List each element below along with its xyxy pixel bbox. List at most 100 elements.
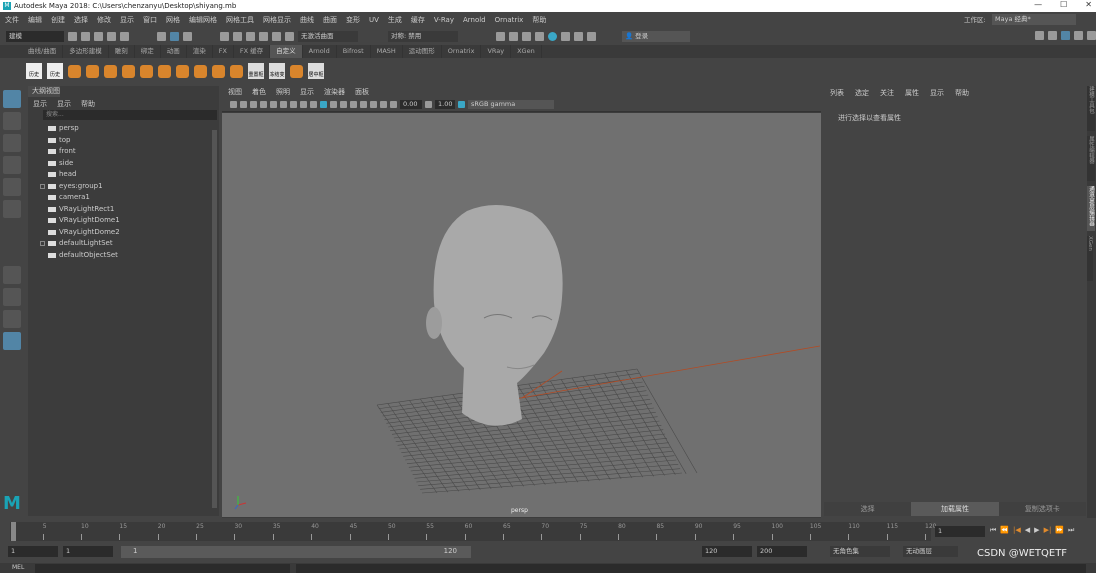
image-plane-icon[interactable]: [260, 101, 267, 108]
paint-select-tool-icon[interactable]: [3, 134, 21, 152]
poly-torus-icon[interactable]: [140, 64, 153, 78]
playback-start-field[interactable]: 1: [63, 546, 113, 557]
menu-item[interactable]: 生成: [388, 15, 402, 25]
outliner-tab[interactable]: 大纲视图: [28, 86, 60, 97]
persp-outliner-layout-icon[interactable]: [3, 310, 21, 328]
viewport-menu-item[interactable]: 视图: [228, 86, 242, 98]
step-back-frame-icon[interactable]: |◀: [1013, 526, 1021, 535]
textured-icon[interactable]: [330, 101, 337, 108]
poly-cone-icon[interactable]: [122, 64, 135, 78]
resolution-gate-icon[interactable]: [290, 101, 297, 108]
colorspace-dropdown[interactable]: sRGB gamma: [468, 100, 554, 109]
minimize-button[interactable]: —: [1034, 0, 1042, 9]
outliner-item[interactable]: defaultObjectSet: [28, 250, 219, 262]
vray-ipr-icon[interactable]: [574, 31, 583, 41]
menu-item[interactable]: 修改: [97, 15, 111, 25]
shelf-tab[interactable]: 曲线/曲面: [22, 45, 64, 58]
menu-item[interactable]: 文件: [5, 15, 19, 25]
color-management-icon[interactable]: [458, 101, 465, 108]
render-view-icon[interactable]: [496, 31, 505, 41]
outliner-item[interactable]: eyes:group1: [28, 181, 219, 193]
poly-split-icon[interactable]: [290, 64, 303, 78]
shelf-tab[interactable]: 雕刻: [109, 45, 135, 58]
exposure-field[interactable]: 0.00: [400, 100, 422, 109]
snap-surface-icon[interactable]: [272, 31, 281, 41]
outliner-item[interactable]: side: [28, 158, 219, 170]
grid-icon[interactable]: [270, 101, 277, 108]
menu-item[interactable]: 曲线: [300, 15, 314, 25]
menu-item[interactable]: 变形: [346, 15, 360, 25]
side-tab-channel-box[interactable]: 通道盒/层编辑器: [1087, 186, 1095, 231]
shelf-tab[interactable]: MASH: [371, 45, 403, 58]
save-scene-icon[interactable]: [94, 31, 103, 41]
move-tool-icon[interactable]: [3, 156, 21, 174]
render-icon[interactable]: [509, 31, 518, 41]
shelf-tab[interactable]: FX: [213, 45, 234, 58]
go-to-end-icon[interactable]: ⏭: [1068, 526, 1074, 535]
step-back-key-icon[interactable]: ⏪: [1000, 526, 1009, 535]
perspective-view[interactable]: persp: [222, 113, 821, 517]
outliner-item[interactable]: top: [28, 135, 219, 147]
side-tab-xgen[interactable]: XGen: [1087, 236, 1093, 281]
scene-end-field[interactable]: 200: [757, 546, 807, 557]
poly-pyramid-icon[interactable]: [176, 64, 189, 78]
go-to-start-icon[interactable]: ⏮: [990, 526, 996, 535]
vray-render-icon[interactable]: [561, 31, 570, 41]
menu-item[interactable]: 创建: [51, 15, 65, 25]
expand-icon[interactable]: [40, 241, 45, 247]
menu-item[interactable]: 网格: [166, 15, 180, 25]
current-frame-field[interactable]: 1: [935, 526, 985, 537]
mel-label[interactable]: MEL: [12, 564, 24, 571]
outliner-menu-show[interactable]: 显示: [57, 99, 71, 108]
poly-pipe-icon[interactable]: [194, 64, 207, 78]
menu-item[interactable]: 缓存: [411, 15, 425, 25]
outliner-item[interactable]: persp: [28, 123, 219, 135]
select-component-icon[interactable]: [183, 31, 192, 41]
modeling-toolkit-icon[interactable]: [1048, 31, 1057, 40]
menu-item[interactable]: 网格显示: [263, 15, 291, 25]
menu-item[interactable]: Arnold: [463, 16, 486, 24]
attr-menu-item[interactable]: 列表: [830, 88, 844, 98]
poly-sphere-icon[interactable]: [68, 64, 81, 78]
menu-item[interactable]: 编辑: [28, 15, 42, 25]
gamma-field[interactable]: 1.00: [435, 100, 455, 109]
shelf-tab[interactable]: Bifrost: [337, 45, 371, 58]
outliner-scrollbar[interactable]: [212, 130, 217, 508]
poly-cube-icon[interactable]: [86, 64, 99, 78]
select-camera-icon[interactable]: [230, 101, 237, 108]
shelf-tab[interactable]: XGen: [511, 45, 542, 58]
outliner-item[interactable]: VRayLightRect1: [28, 204, 219, 216]
side-tab-modeling-toolkit[interactable]: 建模工具包: [1087, 86, 1095, 131]
shelf-tab[interactable]: Ornatrix: [442, 45, 482, 58]
scene-start-field[interactable]: 1: [8, 546, 58, 557]
render-settings-icon[interactable]: [535, 31, 544, 41]
menu-item[interactable]: 帮助: [532, 15, 546, 25]
attr-menu-item[interactable]: 显示: [930, 88, 944, 98]
symmetry-dropdown[interactable]: 对称: 禁用: [388, 30, 458, 42]
tool-settings-icon[interactable]: [1074, 31, 1083, 40]
film-gate-icon[interactable]: [280, 101, 287, 108]
attr-menu-item[interactable]: 属性: [905, 88, 919, 98]
center-pivot-reset-button[interactable]: 重置枢: [248, 63, 264, 79]
maximize-button[interactable]: ☐: [1060, 0, 1067, 9]
outliner-item[interactable]: front: [28, 146, 219, 158]
shelf-tab[interactable]: Arnold: [303, 45, 337, 58]
snap-point-icon[interactable]: [246, 31, 255, 41]
step-forward-key-icon[interactable]: ⏩: [1055, 526, 1064, 535]
snap-view-icon[interactable]: [259, 31, 268, 41]
time-slider[interactable]: 1510152025303540455055606570758085909510…: [0, 520, 1096, 543]
xray-icon[interactable]: [380, 101, 387, 108]
poly-extrude-icon[interactable]: [230, 64, 243, 78]
viewport-menu-item[interactable]: 照明: [276, 86, 290, 98]
menu-item[interactable]: 网格工具: [226, 15, 254, 25]
isolate-select-icon[interactable]: [370, 101, 377, 108]
viewport-menu-item[interactable]: 渲染器: [324, 86, 345, 98]
load-attributes-button[interactable]: 加载属性: [911, 502, 999, 516]
live-surface-field[interactable]: 无激活曲面: [298, 30, 358, 42]
lasso-tool-icon[interactable]: [3, 112, 21, 130]
step-forward-frame-icon[interactable]: ▶|: [1044, 526, 1052, 535]
select-button[interactable]: 选择: [824, 502, 912, 516]
hypershade-icon[interactable]: [548, 31, 557, 41]
command-input[interactable]: [35, 564, 290, 573]
redo-icon[interactable]: [120, 31, 129, 41]
